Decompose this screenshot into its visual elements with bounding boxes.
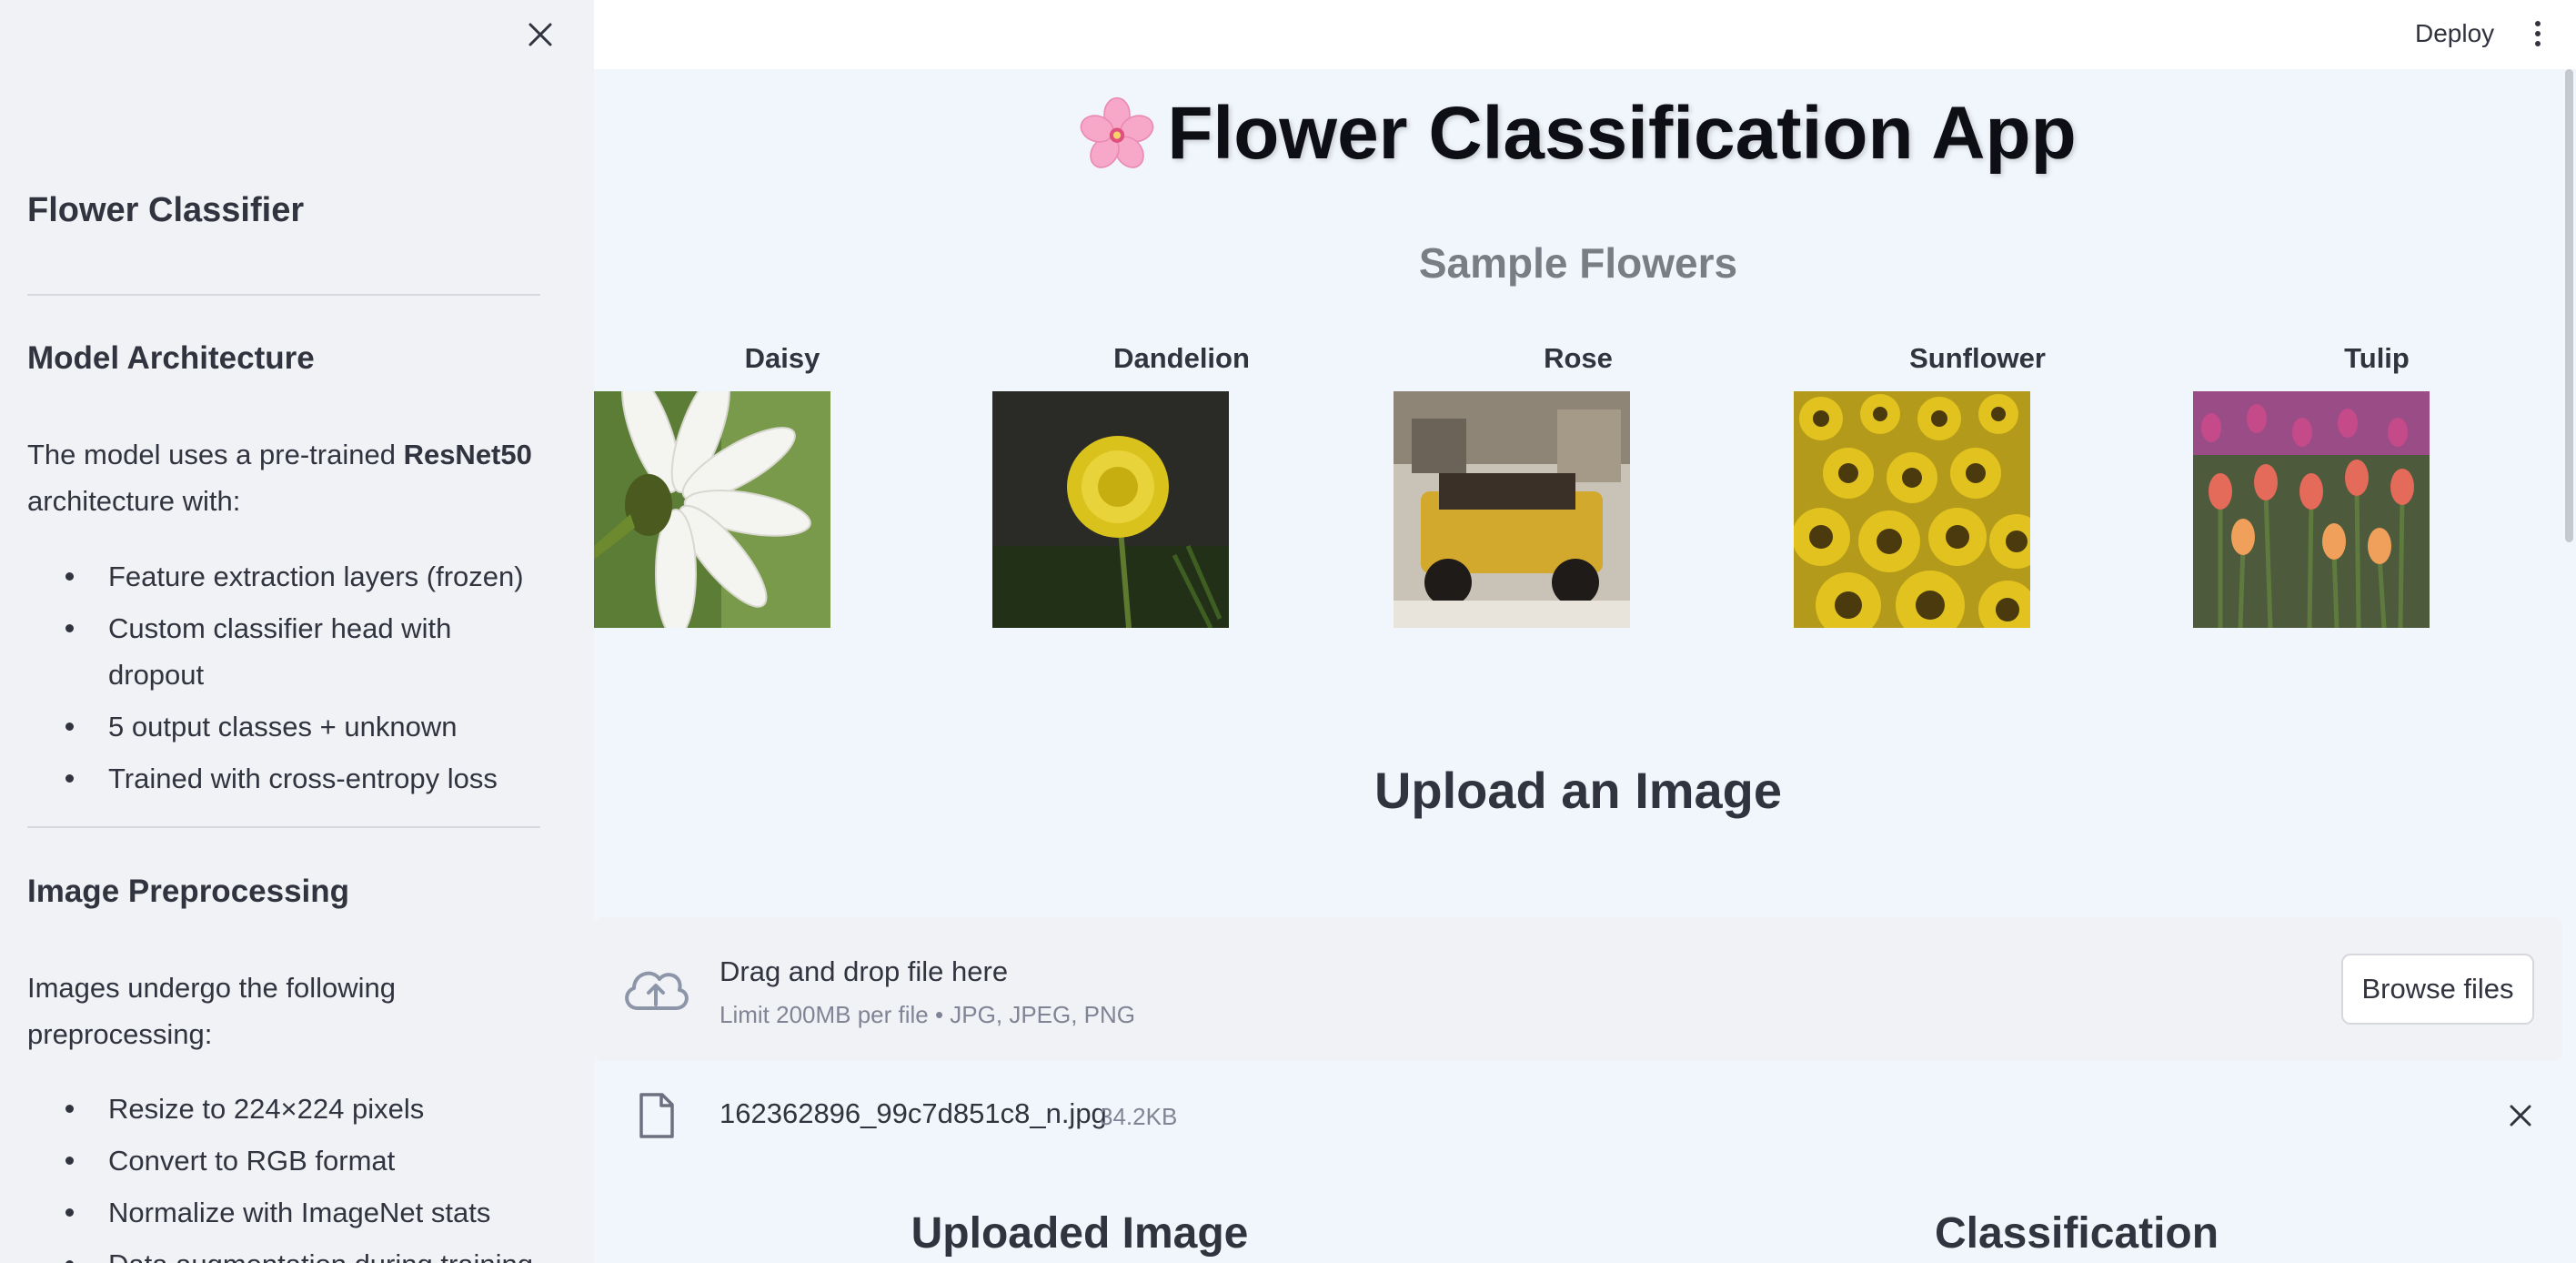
top-toolbar: Deploy — [594, 0, 2576, 69]
model-text-prefix: The model uses a pre-trained — [27, 439, 404, 470]
classification-heading: Classification — [1934, 1209, 2219, 1258]
sample-label-daisy: Daisy — [744, 342, 820, 374]
file-size: 34.2KB — [1100, 1103, 1178, 1130]
rose-sample-image — [1394, 391, 1630, 628]
list-item: Trained with cross-entropy loss — [27, 755, 546, 802]
list-item: Feature extraction layers (frozen) — [27, 553, 546, 600]
sample-flowers-heading: Sample Flowers — [1418, 239, 1738, 287]
sidebar-divider — [27, 294, 540, 296]
model-architecture-heading: Model Architecture — [27, 340, 315, 376]
cloud-upload-icon — [625, 971, 689, 1010]
list-item: Data augmentation during training — [27, 1241, 546, 1263]
file-dropzone[interactable]: Drag and drop file here Limit 200MB per … — [594, 917, 2562, 1061]
browse-files-button[interactable]: Browse files — [2341, 954, 2534, 1025]
tulip-sample-image — [2193, 391, 2430, 628]
list-item: Resize to 224×224 pixels — [27, 1086, 546, 1132]
sidebar-title: Flower Classifier — [27, 191, 305, 229]
dandelion-sample-image — [992, 391, 1229, 628]
deploy-button[interactable]: Deploy — [2404, 13, 2505, 55]
sample-label-rose: Rose — [1544, 342, 1613, 374]
list-item: Custom classifier head with dropout — [27, 605, 546, 698]
model-list: Feature extraction layers (frozen) Custo… — [27, 553, 546, 807]
file-icon — [639, 1093, 674, 1138]
list-item: Normalize with ImageNet stats — [27, 1189, 546, 1236]
main-scrollbar[interactable] — [2562, 69, 2576, 1263]
list-item: 5 output classes + unknown — [27, 703, 546, 750]
dropzone-instruction: Drag and drop file here — [719, 955, 1009, 987]
model-text-suffix: architecture with: — [27, 485, 241, 517]
daisy-sample-image — [594, 391, 830, 628]
sidebar: Flower Classifier Model Architecture The… — [0, 0, 594, 1263]
sample-label-sunflower: Sunflower — [1909, 342, 2046, 374]
page-title: Flower Classification App — [594, 91, 2562, 177]
file-name: 162362896_99c7d851c8_n.jpg — [719, 1097, 1107, 1129]
image-preprocessing-heading: Image Preprocessing — [27, 874, 350, 909]
more-options-icon[interactable] — [2524, 13, 2551, 55]
main-content: Deploy Flower Classification App Sample … — [594, 0, 2576, 1263]
scrollbar-thumb[interactable] — [2565, 69, 2573, 542]
preprocessing-description: Images undergo the following preprocessi… — [27, 972, 396, 1050]
uploaded-file-row: 162362896_99c7d851c8_n.jpg 34.2KB — [594, 1083, 2562, 1150]
upload-heading: Upload an Image — [1374, 762, 1783, 819]
sample-label-dandelion: Dandelion — [1113, 342, 1250, 374]
close-sidebar-icon[interactable] — [520, 15, 560, 55]
uploaded-image-heading: Uploaded Image — [911, 1209, 1249, 1258]
remove-file-icon[interactable] — [2501, 1096, 2541, 1136]
app-title-text: Flower Classification App — [1167, 92, 2077, 175]
dropzone-limits: Limit 200MB per file • JPG, JPEG, PNG — [719, 1001, 1136, 1028]
sample-label-tulip: Tulip — [2344, 342, 2410, 374]
sunflower-sample-image — [1794, 391, 2030, 628]
cherry-blossom-icon — [1080, 96, 1154, 168]
model-description: The model uses a pre-trained ResNet50 ar… — [27, 431, 537, 524]
list-item: Convert to RGB format — [27, 1137, 546, 1184]
model-text-bold: ResNet50 — [403, 439, 532, 470]
sidebar-divider — [27, 826, 540, 828]
preprocessing-list: Resize to 224×224 pixels Convert to RGB … — [27, 1086, 546, 1263]
